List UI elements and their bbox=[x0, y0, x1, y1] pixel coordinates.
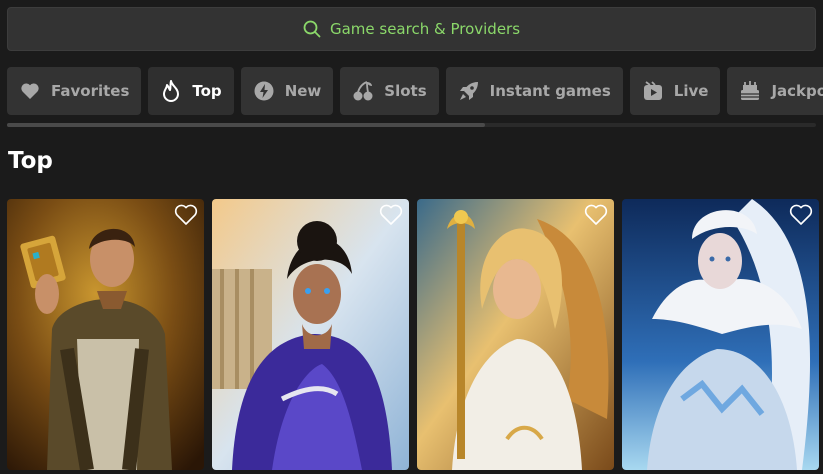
flame-icon bbox=[160, 80, 182, 102]
favorite-heart-icon[interactable] bbox=[174, 204, 198, 226]
tab-favorites[interactable]: Favorites bbox=[7, 67, 142, 115]
lightning-icon bbox=[253, 80, 275, 102]
section-title: Top bbox=[8, 148, 53, 174]
tab-label: Instant games bbox=[489, 82, 611, 100]
tab-slots[interactable]: Slots bbox=[340, 67, 439, 115]
tab-live[interactable]: Live bbox=[629, 67, 721, 115]
favorite-heart-icon[interactable] bbox=[584, 204, 608, 226]
search-label: Game search & Providers bbox=[329, 20, 521, 38]
cherries-icon bbox=[352, 80, 374, 102]
game-search-button[interactable]: Game search & Providers bbox=[7, 7, 816, 51]
category-tabs: Favorites Top New Slots Instant games Li… bbox=[7, 67, 823, 115]
game-thumbnail bbox=[622, 199, 819, 470]
game-grid bbox=[7, 199, 819, 470]
game-card[interactable] bbox=[622, 199, 819, 470]
game-thumbnail bbox=[7, 199, 204, 470]
favorite-heart-icon[interactable] bbox=[379, 204, 403, 226]
game-thumbnail bbox=[212, 199, 409, 470]
cake-icon bbox=[739, 80, 761, 102]
game-card[interactable] bbox=[417, 199, 614, 470]
tab-label: New bbox=[284, 82, 322, 100]
tab-top[interactable]: Top bbox=[148, 67, 234, 115]
rocket-icon bbox=[458, 80, 480, 102]
category-scrollbar[interactable] bbox=[7, 123, 816, 127]
game-card[interactable] bbox=[212, 199, 409, 470]
tab-label: Slots bbox=[384, 82, 427, 100]
game-card[interactable] bbox=[7, 199, 204, 470]
tab-new[interactable]: New bbox=[240, 67, 334, 115]
tab-label: Live bbox=[673, 82, 709, 100]
live-video-icon bbox=[642, 80, 664, 102]
tab-label: Top bbox=[192, 82, 222, 100]
search-icon bbox=[303, 20, 321, 38]
heart-icon bbox=[19, 80, 41, 102]
tab-label: Favorites bbox=[51, 82, 130, 100]
scrollbar-thumb[interactable] bbox=[7, 123, 485, 127]
game-thumbnail bbox=[417, 199, 614, 470]
favorite-heart-icon[interactable] bbox=[789, 204, 813, 226]
tab-jackpots[interactable]: Jackpots bbox=[727, 67, 823, 115]
tab-label: Jackpots bbox=[771, 82, 823, 100]
tab-instant-games[interactable]: Instant games bbox=[445, 67, 623, 115]
